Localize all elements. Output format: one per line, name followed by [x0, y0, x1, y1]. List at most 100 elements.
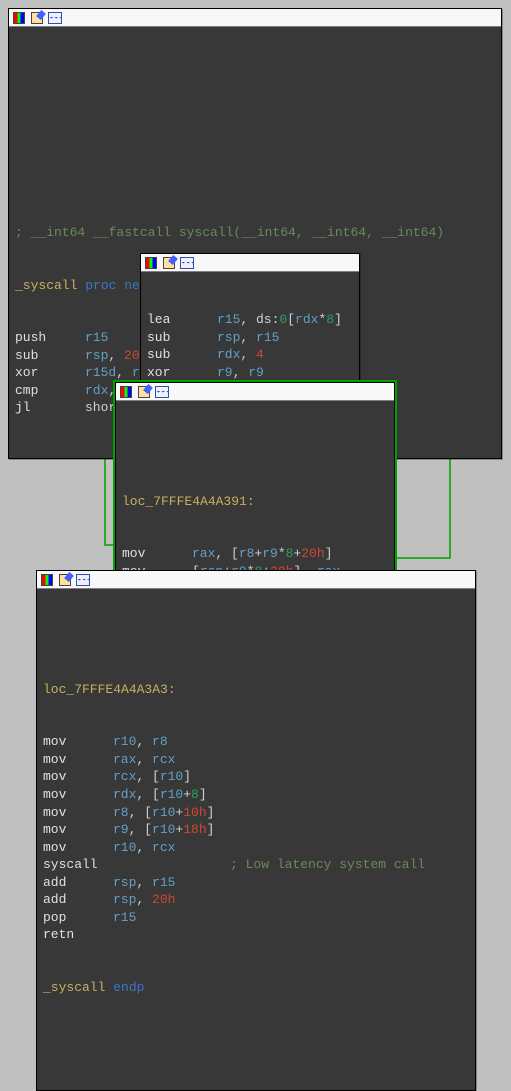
- graph-icon[interactable]: [179, 255, 195, 271]
- block-titlebar: [9, 9, 501, 27]
- punct: ,: [136, 840, 152, 855]
- edit-icon[interactable]: [161, 255, 177, 271]
- reg: rax: [192, 546, 215, 561]
- mnemonic: mov: [43, 768, 113, 786]
- num-red: 20h: [301, 546, 324, 561]
- punct: ]: [183, 769, 191, 784]
- asm-line: subrsp, r15: [147, 329, 353, 347]
- reg: rsp: [113, 875, 136, 890]
- reg: r8: [113, 805, 129, 820]
- reg: rdx: [85, 383, 108, 398]
- reg: r9: [262, 546, 278, 561]
- reg: rax: [113, 752, 136, 767]
- reg: rcx: [152, 752, 175, 767]
- punct: ,: [108, 348, 124, 363]
- asm-line: movrax, [r8+r9*8+20h]: [122, 545, 388, 563]
- reg: r9: [113, 822, 129, 837]
- proc-end-name: _syscall: [43, 980, 105, 995]
- reg: r15: [256, 330, 279, 345]
- reg: rdx: [295, 312, 318, 327]
- mnemonic: syscall: [43, 856, 113, 874]
- reg: r10: [160, 769, 183, 784]
- graph-icon[interactable]: [75, 572, 91, 588]
- asm-line: movr9, [r10+18h]: [43, 821, 469, 839]
- asm-line: movrdx, [r10+8]: [43, 786, 469, 804]
- mnemonic: cmp: [15, 382, 85, 400]
- punct: ]: [207, 822, 215, 837]
- reg: r9: [248, 365, 264, 380]
- block-label: loc_7FFFE4A4A3A3:: [43, 682, 176, 697]
- punct: ,: [136, 752, 152, 767]
- reg: rcx: [152, 840, 175, 855]
- mnemonic: retn: [43, 926, 113, 944]
- asm-line: movr10, rcx: [43, 839, 469, 857]
- reg: r15d: [85, 365, 116, 380]
- graph-icon[interactable]: [47, 10, 63, 26]
- mnemonic: add: [43, 874, 113, 892]
- block-code: loc_7FFFE4A4A3A3: movr10, r8movrax, rcxm…: [37, 589, 475, 1090]
- color-picker-icon[interactable]: [143, 255, 159, 271]
- punct: ,: [136, 875, 152, 890]
- reg: rsp: [113, 892, 136, 907]
- asm-line: addrsp, 20h: [43, 891, 469, 909]
- inline-comment: ; Low latency system call: [230, 857, 425, 872]
- reg: r8: [239, 546, 255, 561]
- reg: r15: [113, 910, 136, 925]
- color-picker-icon[interactable]: [118, 384, 134, 400]
- proc-name: _syscall: [15, 278, 77, 293]
- edit-icon[interactable]: [136, 384, 152, 400]
- asm-line: xorr9, r9: [147, 364, 353, 382]
- block-titlebar: [116, 383, 394, 401]
- color-picker-icon[interactable]: [39, 572, 55, 588]
- color-picker-icon[interactable]: [11, 10, 27, 26]
- punct: ]: [334, 312, 342, 327]
- mnemonic: pop: [43, 909, 113, 927]
- block-titlebar: [37, 571, 475, 589]
- mnemonic: mov: [43, 786, 113, 804]
- mnemonic: mov: [43, 804, 113, 822]
- mnemonic: xor: [147, 364, 217, 382]
- punct: *: [278, 546, 286, 561]
- punct: , [: [129, 822, 152, 837]
- asm-line: addrsp, r15: [43, 874, 469, 892]
- mnemonic: mov: [43, 733, 113, 751]
- reg: rdx: [113, 787, 136, 802]
- punct: , [: [136, 787, 159, 802]
- endp-keyword: endp: [113, 980, 144, 995]
- mnemonic: jl: [15, 399, 85, 417]
- num-red: 4: [256, 347, 264, 362]
- mnemonic: mov: [43, 751, 113, 769]
- asm-line: movr10, r8: [43, 733, 469, 751]
- edit-icon[interactable]: [57, 572, 73, 588]
- block-syscall-exit[interactable]: loc_7FFFE4A4A3A3: movr10, r8movrax, rcxm…: [36, 570, 476, 1091]
- asm-line: popr15: [43, 909, 469, 927]
- mnemonic: sub: [147, 346, 217, 364]
- reg: r9: [217, 365, 233, 380]
- punct: ,: [116, 365, 132, 380]
- graph-icon[interactable]: [154, 384, 170, 400]
- reg: rsp: [217, 330, 240, 345]
- punct: , [: [215, 546, 238, 561]
- reg: r10: [113, 734, 136, 749]
- edit-icon[interactable]: [29, 10, 45, 26]
- punct: ,: [233, 365, 249, 380]
- reg: rdx: [217, 347, 240, 362]
- reg: r10: [152, 822, 175, 837]
- reg: r10: [152, 805, 175, 820]
- punct: ]: [199, 787, 207, 802]
- punct: , ds:: [240, 312, 279, 327]
- asm-line: movr8, [r10+10h]: [43, 804, 469, 822]
- punct: ,: [136, 892, 152, 907]
- mnemonic: mov: [122, 545, 192, 563]
- reg: r15: [217, 312, 240, 327]
- punct: +: [183, 787, 191, 802]
- mnemonic: push: [15, 329, 85, 347]
- asm-line: movrax, rcx: [43, 751, 469, 769]
- mnemonic: mov: [43, 839, 113, 857]
- mnemonic: sub: [15, 347, 85, 365]
- mnemonic: lea: [147, 311, 217, 329]
- asm-line: lear15, ds:0[rdx*8]: [147, 311, 353, 329]
- asm-line: syscall ; Low latency system call: [43, 856, 469, 874]
- punct: ]: [207, 805, 215, 820]
- punct: ]: [325, 546, 333, 561]
